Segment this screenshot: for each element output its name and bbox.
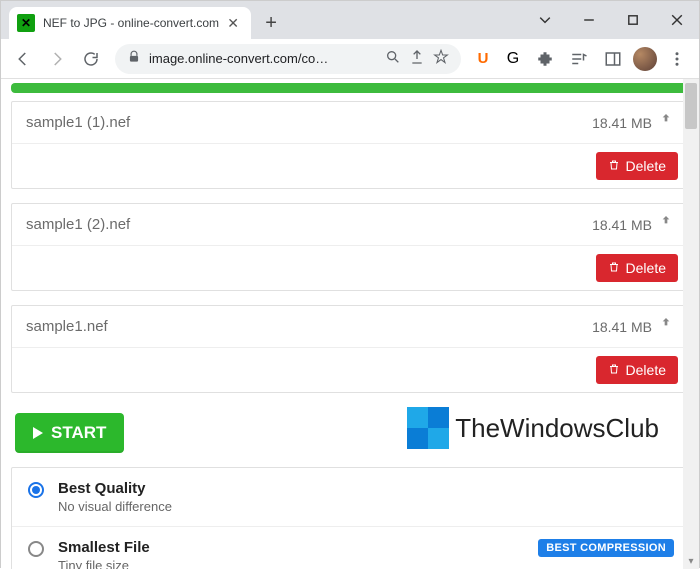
kebab-menu-icon[interactable] (661, 43, 693, 75)
tab-close-icon[interactable]: ✕ (225, 15, 241, 31)
window-titlebar: ✕ NEF to JPG - online-convert.com ✕ + (1, 1, 699, 39)
new-tab-button[interactable]: + (257, 9, 285, 37)
upload-progress-bar (11, 83, 689, 93)
upload-icon (658, 112, 674, 133)
option-title: Best Quality (58, 480, 172, 497)
extension-u-icon[interactable]: U (469, 45, 497, 73)
option-subtitle: Tiny file size (58, 558, 150, 569)
file-size: 18.41 MB (592, 217, 652, 233)
maximize-button[interactable] (611, 1, 655, 39)
option-subtitle: No visual difference (58, 499, 172, 514)
file-card: sample1.nef 18.41 MB Delete (11, 305, 689, 393)
file-size: 18.41 MB (592, 319, 652, 335)
delete-button[interactable]: Delete (596, 254, 678, 282)
radio-icon[interactable] (28, 541, 44, 557)
upload-icon (658, 316, 674, 337)
delete-label: Delete (626, 260, 666, 276)
delete-label: Delete (626, 158, 666, 174)
zoom-icon[interactable] (385, 49, 401, 68)
window-controls (523, 1, 699, 39)
file-name: sample1.nef (26, 318, 592, 335)
trash-icon (608, 158, 620, 174)
play-icon (33, 427, 43, 439)
profile-avatar[interactable] (631, 45, 659, 73)
browser-tab[interactable]: ✕ NEF to JPG - online-convert.com ✕ (9, 7, 251, 39)
file-name: sample1 (1).nef (26, 114, 592, 131)
scroll-down-icon[interactable]: ▾ (683, 556, 699, 567)
reload-button[interactable] (75, 43, 107, 75)
page-viewport: sample1 (1).nef 18.41 MB Delete sample1 … (1, 79, 699, 569)
file-size: 18.41 MB (592, 115, 652, 131)
delete-button[interactable]: Delete (596, 152, 678, 180)
forward-button[interactable] (41, 43, 73, 75)
minimize-button[interactable] (567, 1, 611, 39)
best-compression-badge: BEST COMPRESSION (538, 539, 674, 557)
delete-button[interactable]: Delete (596, 356, 678, 384)
extension-g-icon[interactable]: G (499, 45, 527, 73)
file-name: sample1 (2).nef (26, 216, 592, 233)
lock-icon (127, 50, 141, 67)
radio-icon[interactable] (28, 482, 44, 498)
delete-label: Delete (626, 362, 666, 378)
browser-toolbar: image.online-convert.com/co… U G (1, 39, 699, 79)
address-bar[interactable]: image.online-convert.com/co… (115, 44, 461, 74)
close-window-button[interactable] (655, 1, 699, 39)
quality-options: Best Quality No visual difference Smalle… (11, 467, 689, 569)
tab-title: NEF to JPG - online-convert.com (43, 16, 219, 30)
playlist-icon[interactable] (563, 43, 595, 75)
trash-icon (608, 260, 620, 276)
option-best-quality[interactable]: Best Quality No visual difference (12, 468, 688, 527)
tab-favicon: ✕ (17, 14, 35, 32)
trash-icon (608, 362, 620, 378)
vertical-scrollbar[interactable]: ▾ (683, 79, 699, 569)
share-icon[interactable] (409, 49, 425, 68)
file-card: sample1 (2).nef 18.41 MB Delete (11, 203, 689, 291)
bookmark-star-icon[interactable] (433, 49, 449, 68)
option-smallest-file[interactable]: Smallest File Tiny file size BEST COMPRE… (12, 527, 688, 569)
chevron-down-icon[interactable] (523, 1, 567, 39)
back-button[interactable] (7, 43, 39, 75)
url-text: image.online-convert.com/co… (149, 51, 377, 66)
option-title: Smallest File (58, 539, 150, 556)
extensions-puzzle-icon[interactable] (529, 43, 561, 75)
upload-icon (658, 214, 674, 235)
start-label: START (51, 423, 106, 443)
side-panel-icon[interactable] (597, 43, 629, 75)
start-button[interactable]: START (15, 413, 124, 453)
file-card: sample1 (1).nef 18.41 MB Delete (11, 101, 689, 189)
scrollbar-thumb[interactable] (685, 83, 697, 129)
